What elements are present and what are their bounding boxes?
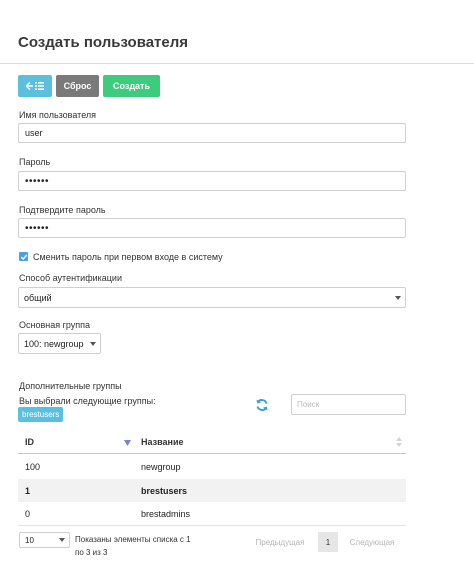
column-header-id[interactable]: ID (25, 432, 34, 452)
checkmark-icon (20, 254, 27, 260)
primary-group-select[interactable]: 100: newgroup (18, 333, 101, 354)
chevron-down-icon (59, 538, 65, 542)
group-search-input[interactable]: Поиск (291, 394, 406, 415)
selected-groups-text: Вы выбрали следующие группы: (19, 396, 156, 406)
selected-group-badge: brestusers (18, 407, 64, 422)
change-password-checkbox[interactable] (19, 252, 28, 261)
pager-previous[interactable]: Предыдущая (249, 532, 311, 552)
row-name: newgroup (141, 461, 181, 472)
row-name: brestadmins (141, 508, 191, 519)
sort-desc-icon[interactable] (124, 440, 131, 446)
refresh-icon[interactable] (255, 398, 269, 412)
table-info-line1: Показаны элементы списка с 1 (75, 535, 191, 544)
row-name: brestusers (141, 485, 188, 496)
chevron-down-icon (90, 341, 96, 346)
back-button[interactable] (18, 75, 52, 97)
page-title: Создать пользователя (18, 34, 189, 51)
pager-page-1[interactable]: 1 (318, 532, 338, 552)
sort-both-icon[interactable] (396, 437, 402, 447)
auth-method-label: Способ аутентификации (19, 273, 122, 283)
row-id: 0 (25, 508, 31, 519)
auth-method-select[interactable]: общий (18, 287, 406, 308)
row-id: 100 (25, 461, 41, 472)
row-id: 1 (25, 485, 31, 496)
table-header-divider (18, 453, 406, 454)
table-info-line2: по 3 из 3 (75, 548, 108, 557)
page-size-select[interactable]: 10 (19, 532, 70, 548)
username-label: Имя пользователя (19, 110, 97, 120)
search-placeholder: Поиск (297, 400, 320, 409)
username-input[interactable]: user (18, 123, 406, 143)
primary-group-label: Основная группа (19, 320, 91, 330)
confirm-password-input[interactable]: •••••• (18, 218, 406, 238)
primary-group-value: 100: newgroup (24, 338, 84, 349)
confirm-password-value: •••••• (25, 222, 50, 234)
pager-next[interactable]: Следующая (342, 532, 402, 552)
table-bottom-divider (18, 525, 406, 526)
table-row[interactable]: 100 newgroup (18, 455, 406, 478)
table-row[interactable]: 0 brestadmins (18, 502, 406, 525)
create-button[interactable]: Создать (103, 75, 160, 97)
title-divider (0, 63, 474, 64)
username-value: user (25, 128, 43, 138)
column-header-name[interactable]: Название (141, 432, 183, 452)
auth-method-value: общий (24, 292, 52, 303)
password-input[interactable]: •••••• (18, 171, 406, 191)
confirm-password-label: Подтвердите пароль (19, 205, 106, 215)
table-row-selected[interactable]: 1 brestusers (18, 479, 406, 502)
password-label: Пароль (19, 157, 51, 167)
change-password-label: Сменить пароль при первом входе в систем… (33, 252, 223, 262)
page-size-value: 10 (25, 535, 34, 545)
reset-button[interactable]: Сброс (56, 75, 99, 97)
chevron-down-icon (395, 295, 401, 300)
arrow-left-list-icon (25, 81, 44, 91)
password-value: •••••• (25, 175, 50, 187)
additional-groups-label: Дополнительные группы (19, 381, 122, 391)
